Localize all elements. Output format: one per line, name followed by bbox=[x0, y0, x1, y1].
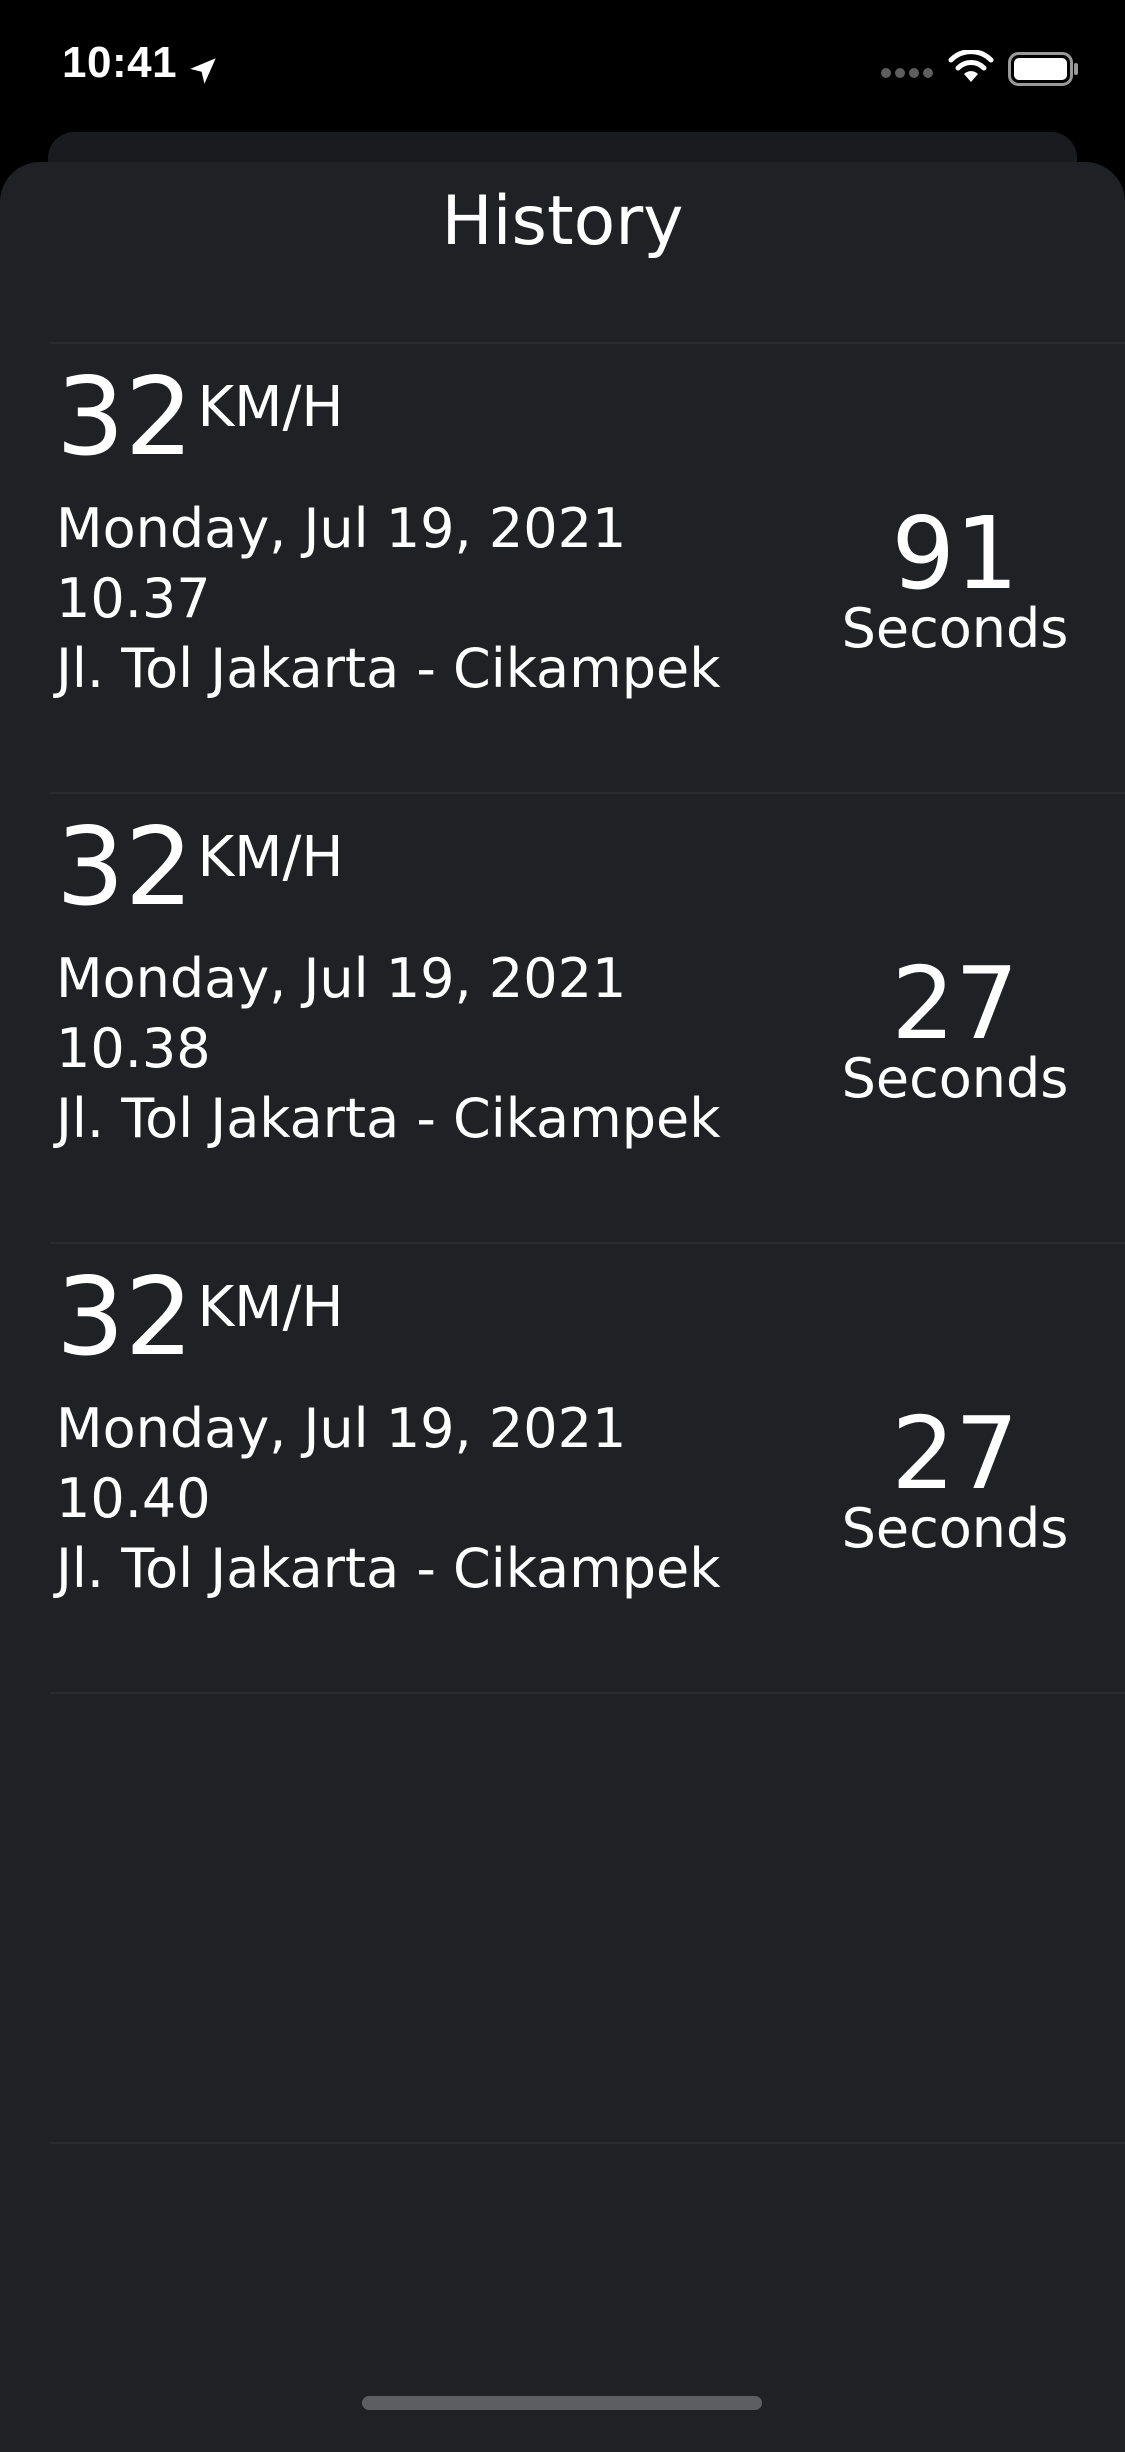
speed-display: 32KM/H bbox=[56, 1264, 343, 1372]
duration-unit: Seconds bbox=[841, 1497, 1069, 1560]
row-time: 10.38 bbox=[56, 1017, 211, 1080]
row-time: 10.37 bbox=[56, 567, 211, 630]
duration-value: 27 bbox=[891, 945, 1019, 1062]
status-bar: 10:41 bbox=[0, 0, 1125, 140]
history-row[interactable]: 32KM/H Monday, Jul 19, 2021 10.38 Jl. To… bbox=[0, 794, 1125, 1242]
duration-unit: Seconds bbox=[841, 1047, 1069, 1110]
row-location: Jl. Tol Jakarta - Cikampek bbox=[56, 1537, 721, 1600]
row-location: Jl. Tol Jakarta - Cikampek bbox=[56, 1087, 721, 1150]
page-title: History bbox=[441, 182, 684, 261]
home-indicator[interactable] bbox=[362, 2396, 762, 2410]
row-details: Monday, Jul 19, 2021 10.40 Jl. Tol Jakar… bbox=[56, 1394, 720, 1604]
speed-unit: KM/H bbox=[197, 825, 344, 890]
row-details: Monday, Jul 19, 2021 10.38 Jl. Tol Jakar… bbox=[56, 944, 720, 1154]
row-date: Monday, Jul 19, 2021 bbox=[56, 497, 627, 560]
duration-value: 91 bbox=[891, 495, 1019, 612]
duration-display: 27 Seconds bbox=[835, 1404, 1075, 1556]
duration-display: 91 Seconds bbox=[835, 504, 1075, 656]
row-date: Monday, Jul 19, 2021 bbox=[56, 947, 627, 1010]
duration-unit: Seconds bbox=[841, 597, 1069, 660]
duration-display: 27 Seconds bbox=[835, 954, 1075, 1106]
history-sheet: History 32KM/H Monday, Jul 19, 2021 10.3… bbox=[0, 162, 1125, 2452]
speed-unit: KM/H bbox=[197, 375, 344, 440]
battery-icon bbox=[1008, 52, 1078, 86]
row-location: Jl. Tol Jakarta - Cikampek bbox=[56, 637, 721, 700]
wifi-icon bbox=[948, 50, 994, 82]
row-time: 10.40 bbox=[56, 1467, 211, 1530]
speed-value: 32 bbox=[56, 805, 194, 930]
row-details: Monday, Jul 19, 2021 10.37 Jl. Tol Jakar… bbox=[56, 494, 720, 704]
status-time: 10:41 bbox=[62, 38, 178, 87]
speed-display: 32KM/H bbox=[56, 364, 343, 472]
history-row[interactable]: 32KM/H Monday, Jul 19, 2021 10.37 Jl. To… bbox=[0, 344, 1125, 792]
cellular-signal-icon bbox=[881, 68, 933, 78]
history-row[interactable]: 32KM/H Monday, Jul 19, 2021 10.40 Jl. To… bbox=[0, 1244, 1125, 1692]
divider bbox=[50, 1692, 1125, 1694]
speed-value: 32 bbox=[56, 1255, 194, 1380]
divider bbox=[50, 2142, 1125, 2144]
speed-value: 32 bbox=[56, 355, 194, 480]
speed-display: 32KM/H bbox=[56, 814, 343, 922]
speed-unit: KM/H bbox=[197, 1275, 344, 1340]
row-date: Monday, Jul 19, 2021 bbox=[56, 1397, 627, 1460]
location-arrow-icon bbox=[190, 58, 216, 84]
duration-value: 27 bbox=[891, 1395, 1019, 1512]
